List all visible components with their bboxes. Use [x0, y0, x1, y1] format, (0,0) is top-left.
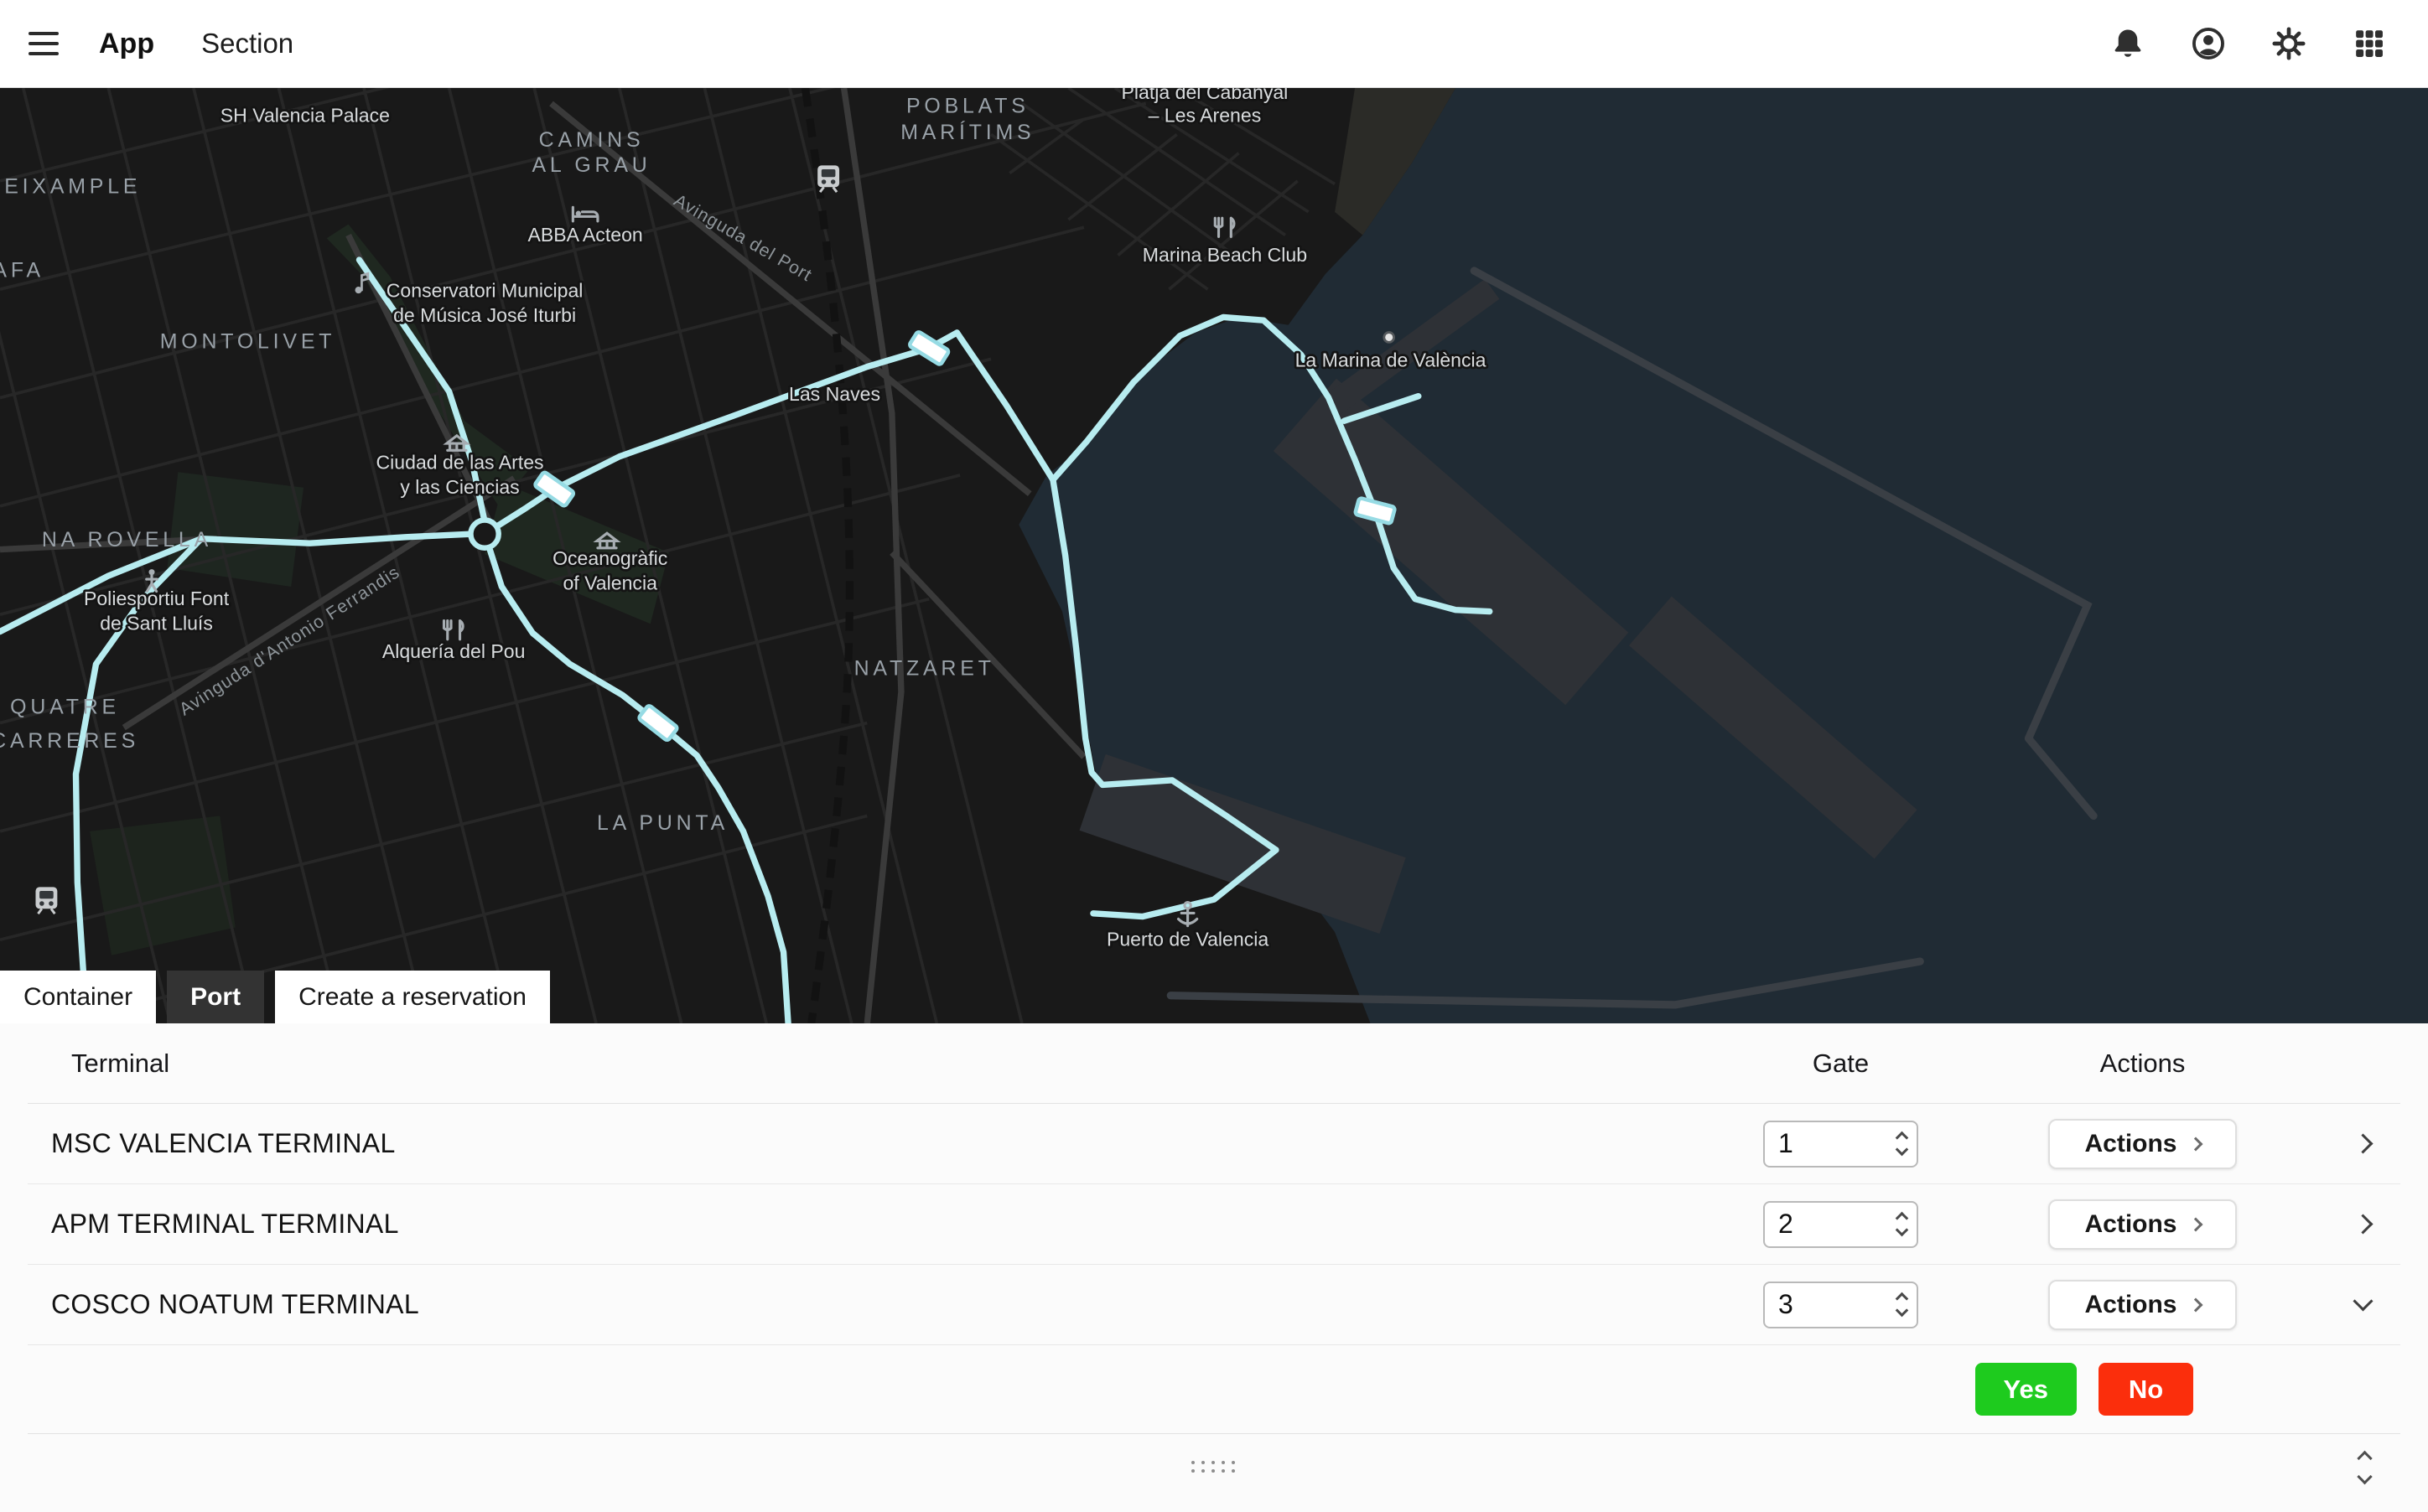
terminal-name: COSCO NOATUM TERMINAL: [28, 1289, 1763, 1320]
map-label-ruzafa: AFA: [0, 258, 44, 282]
map-label-oceanografic-2: of Valencia: [563, 572, 657, 594]
apps-grid-icon: [2351, 25, 2388, 62]
gate-input[interactable]: [1778, 1128, 1897, 1159]
confirm-row: Yes No: [28, 1345, 2400, 1434]
gate-input[interactable]: [1778, 1209, 1897, 1240]
row-expand-button[interactable]: [2337, 1119, 2388, 1169]
map-label-quatre-2: CARRERES: [0, 729, 139, 753]
map-label-oceanografic-1: Oceanogràfic: [553, 547, 667, 569]
chevron-right-icon: [2188, 1137, 2202, 1151]
bell-icon: [2109, 25, 2146, 62]
stepper-arrows-icon[interactable]: [1897, 1214, 1907, 1235]
terminal-name: APM TERMINAL TERMINAL: [28, 1209, 1763, 1240]
panel-resize-stepper[interactable]: [2354, 1452, 2375, 1484]
app-title: App: [99, 28, 154, 60]
chevron-right-icon: [2188, 1217, 2202, 1231]
table-row: MSC VALENCIA TERMINAL Actions: [28, 1104, 2400, 1184]
map-label-montolivet: MONTOLIVET: [160, 329, 336, 353]
top-bar: App Section: [0, 0, 2428, 88]
apps-button[interactable]: [2339, 13, 2399, 74]
chevron-right-icon: [2188, 1297, 2202, 1312]
chevron-right-icon: [2353, 1214, 2373, 1234]
valencia-port-map[interactable]: SH Valencia Palace CAMINS AL GRAU POBLAT…: [0, 88, 2428, 1023]
map-label-camins-1: CAMINS: [539, 128, 645, 152]
map-label-platja-2: – Les Arenes: [1149, 105, 1262, 127]
map-label-poblats-1: POBLATS: [906, 95, 1030, 118]
yes-button[interactable]: Yes: [1975, 1363, 2077, 1416]
row-expand-button[interactable]: [2337, 1199, 2388, 1250]
tab-container[interactable]: Container: [0, 971, 156, 1023]
settings-icon: [2270, 25, 2307, 62]
map-label-natzaret: NATZARET: [854, 656, 995, 680]
map-label-conservatori-1: Conservatori Municipal: [387, 279, 584, 301]
notifications-button[interactable]: [2098, 13, 2158, 74]
map-label-ciudad-1: Ciudad de las Artes: [376, 452, 543, 474]
table-header-row: Terminal Gate Actions: [28, 1023, 2400, 1104]
account-icon: [2190, 25, 2227, 62]
map-label-platja-1: Platja del Cabanyal: [1122, 88, 1289, 103]
terminal-panel: Terminal Gate Actions MSC VALENCIA TERMI…: [0, 1023, 2428, 1512]
panel-footer: [28, 1434, 2400, 1501]
chevron-up-icon: [2357, 1451, 2372, 1466]
actions-button[interactable]: Actions: [2048, 1199, 2237, 1250]
map-label-abba-acteon: ABBA Acteon: [528, 224, 643, 246]
map-label-quatre-1: QUATRE: [10, 695, 120, 718]
map-label-marina-beach-club: Marina Beach Club: [1143, 244, 1307, 266]
map-label-las-naves: Las Naves: [789, 383, 880, 405]
table-row: COSCO NOATUM TERMINAL Actions: [28, 1265, 2400, 1345]
map-roundabout: [470, 520, 498, 548]
stepper-arrows-icon[interactable]: [1897, 1133, 1907, 1154]
map-label-poliesportiu-1: Poliesportiu Font: [84, 588, 230, 609]
marina-poi-dot: [1384, 333, 1394, 343]
table-row: APM TERMINAL TERMINAL Actions: [28, 1184, 2400, 1265]
gate-stepper[interactable]: [1763, 1201, 1918, 1248]
no-button[interactable]: No: [2099, 1363, 2193, 1416]
section-title: Section: [201, 28, 293, 60]
app-window: App Section: [0, 0, 2428, 1512]
map-label-poblats-2: MARÍTIMS: [900, 120, 1035, 144]
chevron-down-icon: [2357, 1469, 2372, 1484]
menu-icon[interactable]: [20, 17, 74, 70]
actions-button[interactable]: Actions: [2048, 1119, 2237, 1169]
map-label-eixample: EIXAMPLE: [4, 175, 141, 199]
map-label-la-marina: La Marina de València: [1295, 350, 1486, 371]
column-header-actions: Actions: [2048, 1049, 2237, 1079]
map-label-la-punta: LA PUNTA: [597, 811, 729, 835]
terminal-name: MSC VALENCIA TERMINAL: [28, 1128, 1763, 1159]
map-label-ciudad-2: y las Ciencias: [400, 476, 519, 498]
column-header-gate: Gate: [1763, 1049, 1918, 1079]
map-label-sh-valencia-palace: SH Valencia Palace: [220, 105, 390, 127]
resize-grip[interactable]: [1191, 1461, 1237, 1475]
chevron-down-icon: [2353, 1291, 2373, 1311]
actions-button[interactable]: Actions: [2048, 1280, 2237, 1330]
column-header-terminal: Terminal: [28, 1049, 1763, 1079]
tab-create-reservation[interactable]: Create a reservation: [275, 971, 550, 1023]
row-expand-button[interactable]: [2337, 1280, 2388, 1330]
map-label-conservatori-2: de Música José Iturbi: [393, 304, 576, 326]
map-label-puerto-de-valencia: Puerto de Valencia: [1107, 929, 1268, 950]
gate-input[interactable]: [1778, 1289, 1897, 1320]
stepper-arrows-icon[interactable]: [1897, 1294, 1907, 1315]
panel-tabs: Container Port Create a reservation: [0, 971, 550, 1023]
gate-stepper[interactable]: [1763, 1121, 1918, 1168]
chevron-right-icon: [2353, 1133, 2373, 1153]
map-label-alqueria: Alquería del Pou: [382, 640, 526, 662]
map-label-poliesportiu-2: de Sant Lluís: [100, 613, 213, 634]
account-button[interactable]: [2178, 13, 2239, 74]
map-label-camins-2: AL GRAU: [532, 153, 651, 177]
gate-stepper[interactable]: [1763, 1282, 1918, 1328]
map-label-na-rovella: NA ROVELLA: [42, 528, 212, 551]
settings-button[interactable]: [2259, 13, 2319, 74]
tab-port[interactable]: Port: [167, 971, 264, 1023]
map-region: SH Valencia Palace CAMINS AL GRAU POBLAT…: [0, 88, 2428, 1023]
